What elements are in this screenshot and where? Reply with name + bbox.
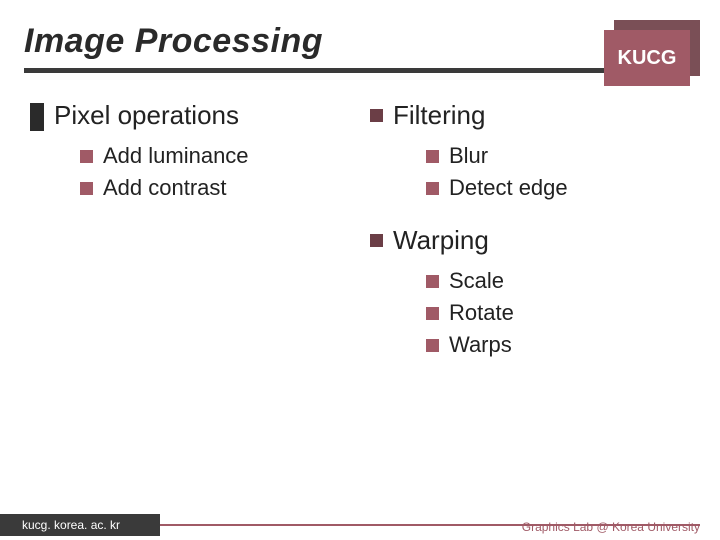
item-label: Scale bbox=[449, 268, 504, 294]
list-item: Warps bbox=[426, 332, 720, 358]
section-label: Pixel operations bbox=[54, 100, 239, 131]
title-underline bbox=[24, 68, 696, 73]
section-label: Filtering bbox=[393, 100, 485, 131]
list-item: Add contrast bbox=[80, 175, 360, 201]
list-item: Scale bbox=[426, 268, 720, 294]
footer: kucg. korea. ac. kr Graphics Lab @ Korea… bbox=[0, 512, 720, 540]
footer-url: kucg. korea. ac. kr bbox=[0, 514, 160, 536]
square-bullet-icon bbox=[426, 182, 439, 195]
section-pixel-operations: Pixel operations bbox=[30, 100, 360, 131]
item-label: Warps bbox=[449, 332, 512, 358]
block-filtering: Filtering Blur Detect edge bbox=[370, 100, 720, 201]
square-bullet-icon bbox=[370, 234, 383, 247]
square-bullet-icon bbox=[426, 150, 439, 163]
block-warping: Warping Scale Rotate Warps bbox=[370, 225, 720, 358]
logo-text: KUCG bbox=[618, 47, 677, 70]
section-warping: Warping bbox=[370, 225, 720, 256]
logo-badge: KUCG bbox=[604, 30, 690, 86]
square-bullet-icon bbox=[80, 182, 93, 195]
square-bullet-icon bbox=[426, 275, 439, 288]
page-title: Image Processing bbox=[24, 22, 323, 61]
footer-attribution: Graphics Lab @ Korea University bbox=[522, 520, 700, 534]
list-item: Add luminance bbox=[80, 143, 360, 169]
item-label: Detect edge bbox=[449, 175, 568, 201]
item-label: Blur bbox=[449, 143, 488, 169]
square-bullet-icon bbox=[80, 150, 93, 163]
square-bullet-icon bbox=[370, 109, 383, 122]
content: Pixel operations Add luminance Add contr… bbox=[0, 100, 720, 382]
square-bullet-icon bbox=[426, 307, 439, 320]
list-item: Rotate bbox=[426, 300, 720, 326]
left-column: Pixel operations Add luminance Add contr… bbox=[0, 100, 360, 382]
item-label: Rotate bbox=[449, 300, 514, 326]
section-label: Warping bbox=[393, 225, 489, 256]
right-column: Filtering Blur Detect edge Warping Scale bbox=[360, 100, 720, 382]
square-bullet-icon bbox=[426, 339, 439, 352]
section-filtering: Filtering bbox=[370, 100, 720, 131]
item-label: Add contrast bbox=[103, 175, 227, 201]
list-item: Blur bbox=[426, 143, 720, 169]
list-item: Detect edge bbox=[426, 175, 720, 201]
section-bullet-icon bbox=[30, 103, 44, 131]
footer-url-text: kucg. korea. ac. kr bbox=[22, 518, 120, 532]
header: Image Processing KUCG bbox=[0, 0, 720, 78]
item-label: Add luminance bbox=[103, 143, 249, 169]
